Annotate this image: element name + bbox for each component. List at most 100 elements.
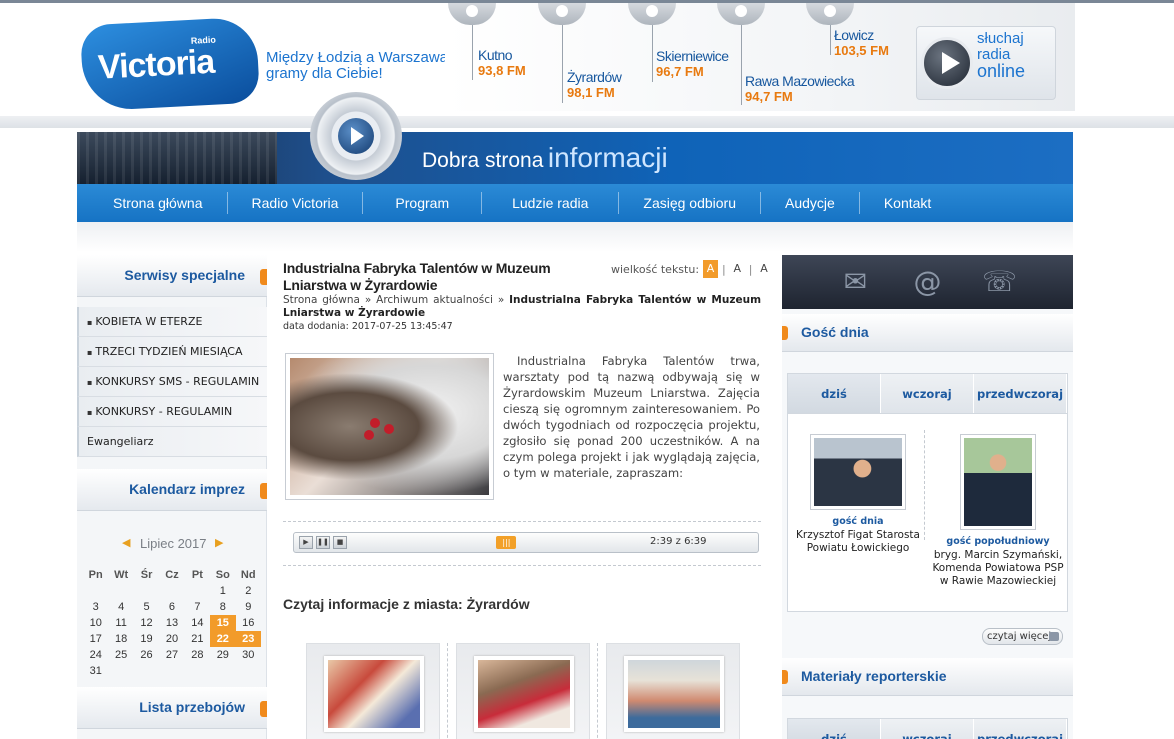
- city-skierniewice[interactable]: Skierniewice 96,7 FM: [656, 48, 729, 79]
- text-size-small[interactable]: A: [703, 260, 719, 278]
- calendar-day[interactable]: 24: [83, 647, 108, 663]
- article-photo[interactable]: [285, 353, 494, 500]
- banner-play-button[interactable]: [310, 92, 402, 180]
- divider: [283, 565, 761, 566]
- charts-header: Lista przebojów: [77, 687, 267, 729]
- calendar-day[interactable]: 10: [83, 615, 108, 631]
- nav-program[interactable]: Program: [363, 192, 483, 214]
- calendar-day[interactable]: 6: [159, 599, 184, 615]
- calendar-day[interactable]: 5: [134, 599, 159, 615]
- breadcrumb-archive[interactable]: Archiwum aktualności: [376, 294, 493, 306]
- special-item-kobieta[interactable]: KOBIETA W ETERZE: [77, 307, 267, 337]
- nav-radio-victoria[interactable]: Radio Victoria: [228, 192, 364, 214]
- letter-icon[interactable]: ✉: [834, 262, 878, 302]
- calendar-day[interactable]: 13: [159, 615, 184, 631]
- city-rawa-mazowiecka[interactable]: Rawa Mazowiecka 94,7 FM: [745, 73, 855, 104]
- banner-device-image: [77, 132, 277, 184]
- calendar-day[interactable]: 20: [159, 631, 184, 647]
- city-line: [652, 25, 653, 82]
- calendar-day[interactable]: 3: [83, 599, 108, 615]
- main-nav: Strona główna Radio Victoria Program Lud…: [77, 184, 1073, 222]
- calendar-week: 3456789: [83, 599, 261, 615]
- gallery-thumb[interactable]: [456, 643, 590, 739]
- city-frequency: 98,1 FM: [567, 85, 615, 100]
- progress-handle[interactable]: |||: [496, 536, 517, 549]
- tab-today[interactable]: dziś: [788, 374, 881, 413]
- guest-2-name[interactable]: bryg. Marcin Szymański, Komenda Powiatow…: [928, 549, 1068, 588]
- nav-coverage[interactable]: Zasięg odbioru: [619, 192, 762, 214]
- calendar-next-icon[interactable]: ▶: [215, 536, 223, 549]
- calendar-day[interactable]: 14: [185, 615, 210, 631]
- stop-icon[interactable]: ■: [333, 536, 347, 549]
- pause-icon[interactable]: ❚❚: [316, 536, 330, 549]
- tab-today[interactable]: dziś: [788, 719, 881, 739]
- text-size-large[interactable]: A: [756, 260, 771, 278]
- read-more-button[interactable]: czytaj więcej: [982, 628, 1063, 645]
- guest-2-label: gość popołudniowy: [946, 536, 1050, 547]
- tab-yesterday[interactable]: wczoraj: [881, 719, 974, 739]
- calendar-day[interactable]: 9: [236, 599, 261, 615]
- text-size-medium[interactable]: A: [730, 260, 745, 278]
- gallery-thumb[interactable]: [306, 643, 440, 739]
- calendar-day: [210, 663, 235, 679]
- tab-yesterday[interactable]: wczoraj: [881, 374, 974, 413]
- guest-2-photo[interactable]: [960, 434, 1036, 530]
- special-item-ewangeliarz[interactable]: Ewangeliarz: [77, 427, 267, 457]
- calendar-day[interactable]: 23: [235, 631, 261, 647]
- guest-2: gość popołudniowy bryg. Marcin Szymański…: [928, 434, 1068, 588]
- calendar-prev-icon[interactable]: ◀: [122, 536, 130, 549]
- calendar-day[interactable]: 28: [185, 647, 210, 663]
- tab-day-before[interactable]: przedwczoraj: [974, 374, 1067, 413]
- calendar-day[interactable]: 19: [134, 631, 159, 647]
- listen-online-button[interactable]: słuchaj radia online: [916, 26, 1056, 100]
- nav-contact[interactable]: Kontakt: [860, 192, 955, 214]
- calendar-day[interactable]: 25: [108, 647, 133, 663]
- calendar-day[interactable]: 17: [83, 631, 108, 647]
- calendar-day: [185, 583, 210, 599]
- calendar-day[interactable]: 30: [236, 647, 261, 663]
- special-item-trzeci-tydzien[interactable]: TRZECI TYDZIEŃ MIESIĄCA: [77, 337, 267, 367]
- special-item-konkursy-sms[interactable]: KONKURSY SMS - REGULAMIN: [77, 367, 267, 397]
- calendar-day[interactable]: 4: [108, 599, 133, 615]
- calendar-month: Lipiec 2017: [140, 536, 207, 551]
- tab-day-before[interactable]: przedwczoraj: [974, 719, 1067, 739]
- arrow-right-icon: [1049, 632, 1059, 641]
- at-sign-icon[interactable]: @: [906, 262, 950, 302]
- gallery-thumb[interactable]: [606, 643, 740, 739]
- calendar-day[interactable]: 12: [134, 615, 159, 631]
- calendar-day[interactable]: 29: [210, 647, 235, 663]
- city-zyrardow[interactable]: Żyrardów 98,1 FM: [567, 69, 622, 100]
- calendar-day[interactable]: 27: [159, 647, 184, 663]
- city-lowicz[interactable]: Łowicz 103,5 FM: [834, 27, 889, 58]
- nav-radio-people[interactable]: Ludzie radia: [482, 192, 620, 214]
- calendar-day[interactable]: 21: [185, 631, 210, 647]
- logo-name-text: Victoria: [97, 42, 216, 87]
- guest-1-photo[interactable]: [810, 434, 906, 510]
- calendar-day[interactable]: 7: [185, 599, 210, 615]
- calendar-day[interactable]: 15: [210, 615, 236, 631]
- special-item-konkursy[interactable]: KONKURSY - REGULAMIN: [77, 397, 267, 427]
- calendar-day[interactable]: 8: [210, 599, 235, 615]
- city-dial-icon: [538, 3, 586, 25]
- calendar-day[interactable]: 2: [236, 583, 261, 599]
- calendar-day[interactable]: 16: [236, 615, 261, 631]
- article-title: Industrialna Fabryka Talentów w Muzeum L…: [283, 260, 551, 293]
- calendar-day[interactable]: 11: [108, 615, 133, 631]
- play-icon[interactable]: ▶: [299, 536, 313, 549]
- date-value: 2017-07-25 13:45:47: [351, 321, 453, 332]
- calendar-day[interactable]: 31: [83, 663, 108, 679]
- article-body: Industrialna Fabryka Talentów trwa, wars…: [503, 354, 760, 480]
- guest-1-name[interactable]: Krzysztof Figat Starosta Powiatu Łowicki…: [788, 529, 928, 555]
- nav-programs[interactable]: Audycje: [761, 192, 860, 214]
- left-sidebar: Serwisy specjalne KOBIETA W ETERZE TRZEC…: [77, 255, 267, 739]
- calendar-day[interactable]: 26: [134, 647, 159, 663]
- calendar-day[interactable]: 1: [210, 583, 235, 599]
- separator: |: [722, 262, 726, 276]
- breadcrumb-home[interactable]: Strona główna: [283, 294, 360, 306]
- nav-home[interactable]: Strona główna: [77, 192, 228, 214]
- radio-victoria-logo[interactable]: Radio Victoria: [79, 16, 261, 112]
- calendar-day[interactable]: 22: [210, 631, 236, 647]
- calendar-day[interactable]: 18: [108, 631, 133, 647]
- city-kutno[interactable]: Kutno 93,8 FM: [478, 47, 526, 78]
- phone-icon[interactable]: ☏: [978, 262, 1022, 302]
